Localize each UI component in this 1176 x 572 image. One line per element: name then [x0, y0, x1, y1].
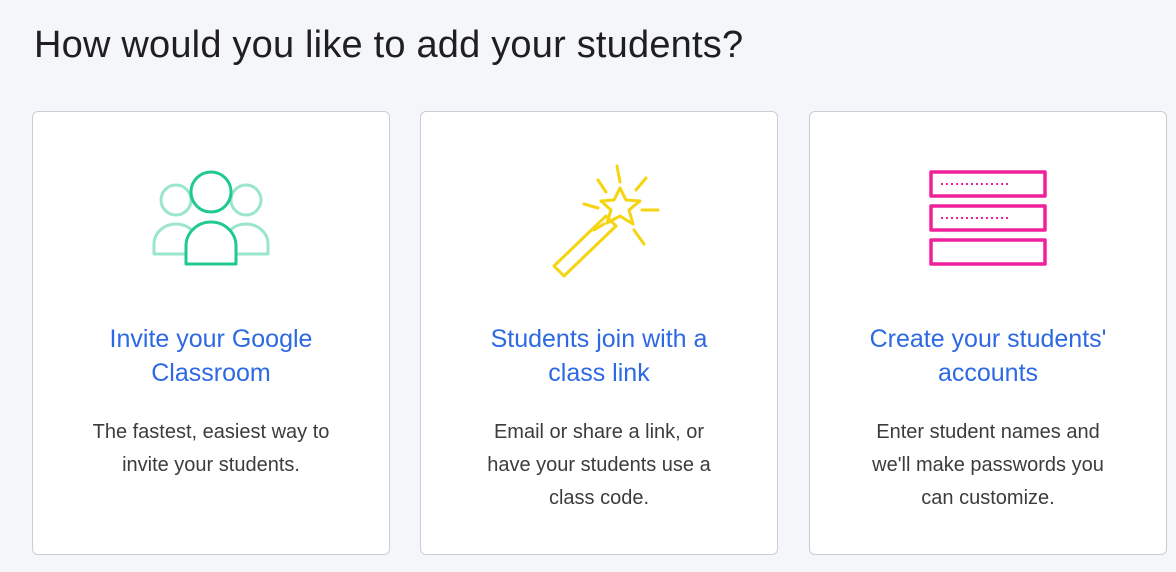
card-description: Enter student names and we'll make passw… [872, 421, 1104, 509]
class-link-card[interactable]: Students join with a class link Email or… [420, 111, 778, 555]
page-title: How would you like to add your students? [34, 24, 744, 66]
add-students-page: How would you like to add your students? [0, 0, 1176, 572]
card-title: Students join with a class link [490, 325, 708, 387]
magic-wand-icon [534, 164, 664, 284]
card-description: The fastest, easiest way to invite your … [92, 421, 330, 476]
group-of-people-icon [146, 164, 276, 284]
account-form-icon [923, 164, 1053, 284]
create-accounts-card[interactable]: Create your students' accounts Enter stu… [809, 111, 1167, 555]
card-title: Create your students' accounts [869, 325, 1107, 387]
card-description: Email or share a link, or have your stud… [487, 421, 711, 509]
option-cards: Invite your Google Classroom The fastest… [32, 111, 1176, 557]
invite-google-classroom-card[interactable]: Invite your Google Classroom The fastest… [32, 111, 390, 555]
card-title: Invite your Google Classroom [109, 325, 313, 387]
